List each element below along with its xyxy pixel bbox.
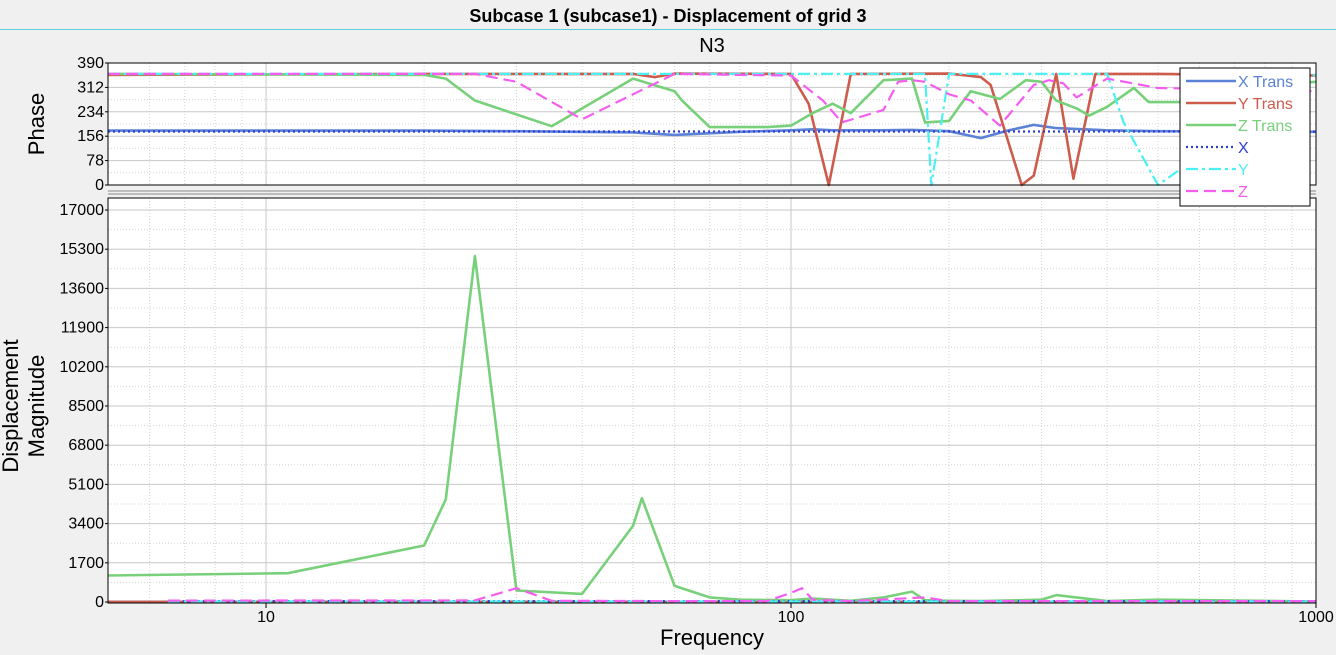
legend-label: X <box>1238 140 1249 157</box>
phase-y-tick-label: 390 <box>77 55 104 72</box>
phase-y-tick-label: 78 <box>86 153 104 170</box>
magnitude-plot-area <box>108 198 1316 603</box>
legend-label: Z <box>1238 184 1248 201</box>
magnitude-y-tick-label: 10200 <box>60 359 105 376</box>
magnitude-y-tick-label: 8500 <box>68 398 104 415</box>
magnitude-y-tick-label: 0 <box>95 594 104 611</box>
legend: X Trans Y Trans Z Trans XYZ <box>1179 67 1311 207</box>
chart[interactable]: N3 0 78 156 234 312 390 Phase 0 1700 3400 5100 6800… <box>0 0 1336 655</box>
chart-title: N3 <box>699 35 725 57</box>
magnitude-y-axis-label-line: Magnitude <box>24 355 49 458</box>
x-tick-label: 1000 <box>1298 609 1334 626</box>
magnitude-y-tick-label: 6800 <box>68 437 104 454</box>
magnitude-y-tick-label: 11900 <box>61 320 104 337</box>
magnitude-y-tick-label: 13600 <box>60 280 105 297</box>
magnitude-y-tick-label: 1700 <box>68 555 104 572</box>
x-axis-label: Frequency <box>660 625 764 650</box>
magnitude-panel: 0 1700 3400 5100 6800 8500 10200 11900 13600 1530… <box>0 197 1317 611</box>
phase-y-tick-label: 0 <box>95 177 104 194</box>
phase-y-tick-label: 156 <box>77 128 104 145</box>
phase-y-tick-label: 312 <box>77 79 104 96</box>
legend-label: X Trans <box>1238 74 1293 91</box>
magnitude-y-axis-label-line: Displacement <box>0 339 23 472</box>
phase-y-axis-label: Phase <box>24 93 49 155</box>
magnitude-y-tick-label: 15300 <box>60 241 105 258</box>
magnitude-y-tick-label: 3400 <box>68 516 104 533</box>
x-tick-label: 10 <box>257 609 275 626</box>
magnitude-y-tick-label: 17000 <box>60 202 105 219</box>
legend-label: Z Trans <box>1238 118 1292 135</box>
phase-y-tick-label: 234 <box>77 104 104 121</box>
phase-panel: 0 78 156 234 312 390 Phase <box>24 55 1317 194</box>
x-tick-label: 100 <box>778 609 805 626</box>
legend-label: Y <box>1238 162 1249 179</box>
legend-label: Y Trans <box>1238 96 1293 113</box>
magnitude-y-tick-label: 5100 <box>68 476 104 493</box>
